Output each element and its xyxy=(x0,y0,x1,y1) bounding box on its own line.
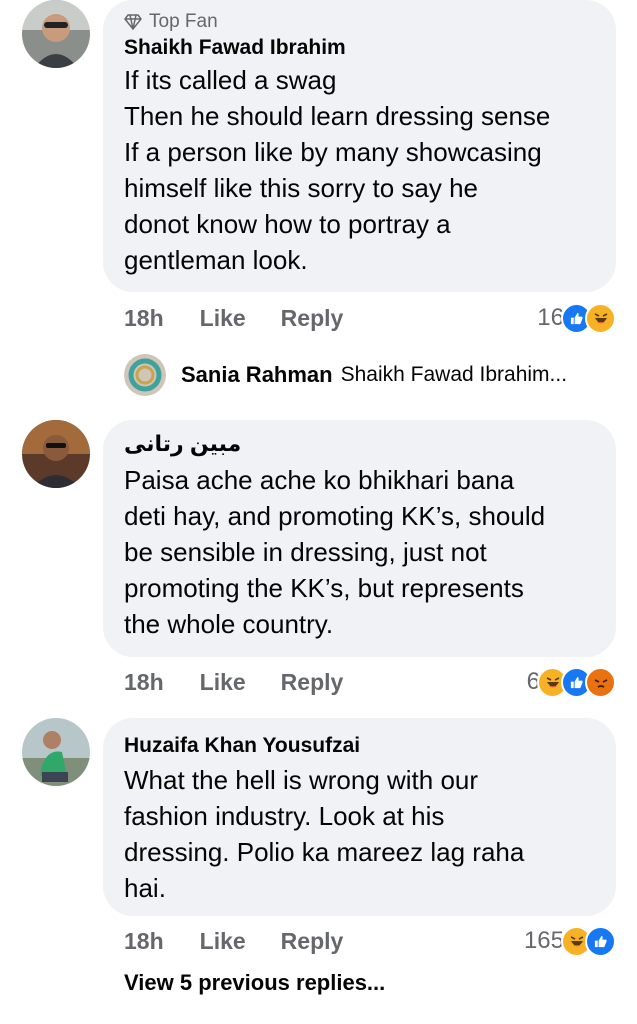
reaction-count: 16 xyxy=(537,304,564,331)
badge-label: Top Fan xyxy=(149,11,218,32)
reply-author[interactable]: Sania Rahman xyxy=(181,362,333,388)
comment-actions: 18h Like Reply 165 xyxy=(124,925,616,957)
reply-preview[interactable]: Sania Rahman Shaikh Fawad Ibrahim... xyxy=(124,353,567,397)
comment-line: gentleman look. xyxy=(124,245,308,275)
comment-line: dressing. Polio ka mareez lag raha xyxy=(124,837,525,867)
comment-bubble: Top Fan Shaikh Fawad Ibrahim If its call… xyxy=(103,0,616,292)
like-icon xyxy=(585,925,616,957)
comment-bubble: Huzaifa Khan Yousufzai What the hell is … xyxy=(103,718,616,916)
comment-time[interactable]: 18h xyxy=(124,305,164,332)
like-button[interactable]: Like xyxy=(200,305,246,332)
reaction-summary[interactable]: 16 xyxy=(537,302,616,334)
comment-line: be sensible in dressing, just not xyxy=(124,537,487,567)
haha-icon xyxy=(585,302,616,334)
comment-bubble: مبین رتانی Paisa ache ache ko bhikhari b… xyxy=(103,420,616,657)
comment-line: deti hay, and promoting KK’s, should xyxy=(124,501,546,531)
reply-button[interactable]: Reply xyxy=(281,928,344,955)
reaction-count: 165 xyxy=(523,927,564,954)
reply-button[interactable]: Reply xyxy=(281,669,344,696)
comment-line: donot know how to portray a xyxy=(124,209,451,239)
comment-author[interactable]: Huzaifa Khan Yousufzai xyxy=(124,732,596,760)
comment-line: himself like this sorry to say he xyxy=(124,173,479,203)
like-button[interactable]: Like xyxy=(200,928,246,955)
comment-time[interactable]: 18h xyxy=(124,928,164,955)
angry-icon xyxy=(585,666,616,698)
comment-line: If its called a swag xyxy=(124,65,337,95)
comment-actions: 18h Like Reply 16 xyxy=(124,302,616,334)
comment-line: Then he should learn dressing sense xyxy=(124,101,551,131)
comment-text: Paisa ache ache ko bhikhari bana deti ha… xyxy=(124,462,596,642)
reply-preview-text: Shaikh Fawad Ibrahim... xyxy=(340,363,568,386)
comment-line: Paisa ache ache ko bhikhari bana xyxy=(124,465,515,495)
diamond-icon xyxy=(124,14,142,30)
comment-line: fashion industry. Look at his xyxy=(124,801,445,831)
comment-line: What the hell is wrong with our xyxy=(124,765,479,795)
reaction-summary[interactable]: 6 xyxy=(527,666,616,698)
comment-author[interactable]: مبین رتانی xyxy=(124,430,241,458)
avatar[interactable] xyxy=(22,420,90,488)
comment-line: If a person like by many showcasing xyxy=(124,137,542,167)
comment-author[interactable]: Shaikh Fawad Ibrahim xyxy=(124,34,596,62)
comment-line: promoting the KK’s, but represents xyxy=(124,573,524,603)
top-fan-badge: Top Fan xyxy=(124,10,596,34)
reply-avatar[interactable] xyxy=(124,354,166,396)
avatar[interactable] xyxy=(22,0,90,68)
like-button[interactable]: Like xyxy=(200,669,246,696)
comment-line: hai. xyxy=(124,873,166,903)
comment-text: If its called a swag Then he should lear… xyxy=(124,62,596,278)
reaction-summary[interactable]: 165 xyxy=(523,925,616,957)
comment-time[interactable]: 18h xyxy=(124,669,164,696)
comment-actions: 18h Like Reply 6 xyxy=(124,666,616,698)
avatar[interactable] xyxy=(22,718,90,786)
view-previous-replies-link[interactable]: View 5 previous replies... xyxy=(124,970,385,996)
comment-line: the whole country. xyxy=(124,609,334,639)
comment-text: What the hell is wrong with our fashion … xyxy=(124,762,596,906)
reply-button[interactable]: Reply xyxy=(281,305,344,332)
